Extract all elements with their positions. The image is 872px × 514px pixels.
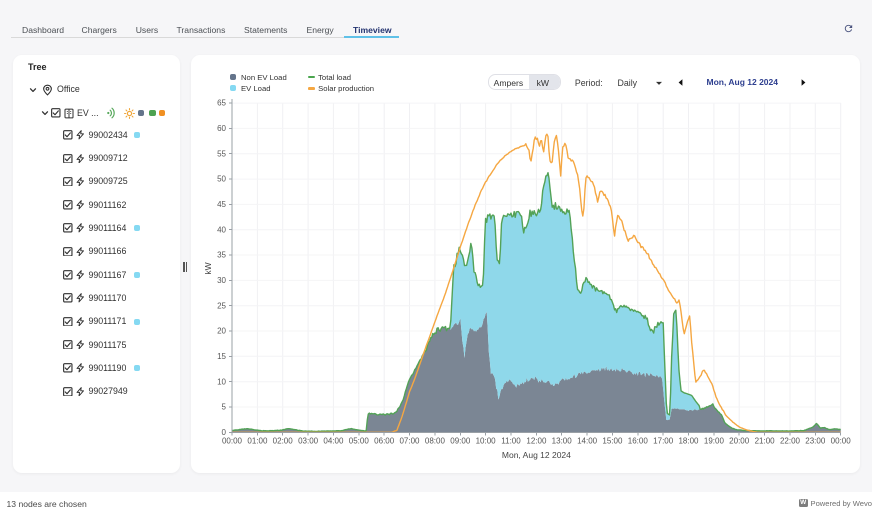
svg-text:07:00: 07:00: [399, 436, 420, 445]
svg-text:20: 20: [217, 326, 226, 335]
svg-text:35: 35: [217, 250, 226, 259]
svg-text:23:00: 23:00: [805, 436, 826, 445]
svg-text:15: 15: [217, 351, 226, 360]
svg-text:10:00: 10:00: [475, 436, 496, 445]
svg-text:03:00: 03:00: [298, 436, 319, 445]
svg-text:10: 10: [217, 377, 226, 386]
svg-text:06:00: 06:00: [374, 436, 395, 445]
svg-text:40: 40: [217, 225, 226, 234]
svg-text:60: 60: [217, 124, 226, 133]
svg-text:55: 55: [217, 149, 226, 158]
svg-text:05:00: 05:00: [348, 436, 369, 445]
svg-text:12:00: 12:00: [526, 436, 547, 445]
svg-text:00:00: 00:00: [830, 436, 851, 445]
svg-text:16:00: 16:00: [627, 436, 648, 445]
svg-text:04:00: 04:00: [323, 436, 344, 445]
svg-text:11:00: 11:00: [501, 436, 521, 445]
svg-text:18:00: 18:00: [678, 436, 699, 445]
svg-text:01:00: 01:00: [247, 436, 268, 445]
svg-text:21:00: 21:00: [754, 436, 775, 445]
svg-text:13:00: 13:00: [551, 436, 572, 445]
svg-text:15:00: 15:00: [602, 436, 623, 445]
svg-text:00:00: 00:00: [221, 436, 242, 445]
svg-text:Mon, Aug 12 2024: Mon, Aug 12 2024: [501, 450, 570, 460]
svg-text:25: 25: [217, 301, 226, 310]
svg-text:65: 65: [217, 98, 226, 107]
svg-text:30: 30: [217, 276, 226, 285]
svg-text:19:00: 19:00: [703, 436, 724, 445]
svg-text:02:00: 02:00: [272, 436, 293, 445]
svg-text:22:00: 22:00: [779, 436, 800, 445]
svg-text:09:00: 09:00: [450, 436, 471, 445]
svg-text:50: 50: [217, 174, 226, 183]
svg-text:08:00: 08:00: [424, 436, 445, 445]
svg-text:20:00: 20:00: [729, 436, 750, 445]
svg-text:kW: kW: [203, 262, 213, 274]
svg-text:5: 5: [221, 402, 226, 411]
svg-text:45: 45: [217, 200, 226, 209]
svg-text:14:00: 14:00: [577, 436, 598, 445]
svg-text:0: 0: [221, 427, 226, 436]
svg-text:17:00: 17:00: [653, 436, 674, 445]
